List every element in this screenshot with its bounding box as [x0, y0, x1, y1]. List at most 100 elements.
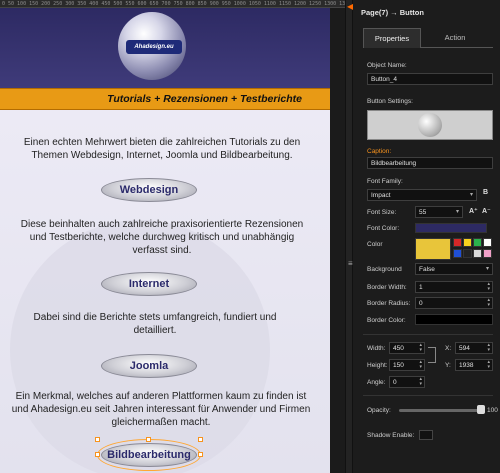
divider	[363, 334, 493, 335]
spinner-icon[interactable]: ▴ ▾	[487, 282, 490, 292]
opacity-slider-track[interactable]	[399, 409, 479, 412]
object-name-label: Object Name:	[367, 62, 407, 69]
spinner-icon[interactable]: ▴ ▾	[487, 343, 490, 353]
border-width-label: Border Width:	[367, 284, 407, 291]
caption-input[interactable]: Bildbearbeitung	[367, 157, 493, 169]
height-input[interactable]: 150 ▴ ▾	[389, 359, 425, 371]
spinner-icon[interactable]: ▴ ▾	[419, 377, 422, 387]
font-grow-icon[interactable]: A⁺	[469, 207, 478, 215]
border-width-value: 1	[419, 284, 423, 291]
width-value: 450	[393, 345, 404, 352]
background-value: False	[419, 266, 435, 273]
bold-icon[interactable]: B	[483, 189, 488, 196]
font-size-value: 55	[419, 209, 427, 216]
palette-swatch[interactable]	[473, 249, 482, 258]
paragraph-1[interactable]: Einen echten Mehrwert bieten die zahlrei…	[12, 136, 312, 162]
bildbearbeitung-button[interactable]: Bildbearbeitung	[97, 439, 201, 471]
resize-handle-right[interactable]	[198, 452, 203, 457]
x-input[interactable]: 594 ▴ ▾	[455, 342, 493, 354]
spinner-icon[interactable]: ▴ ▾	[419, 343, 422, 353]
resize-handle-tr[interactable]	[198, 437, 203, 442]
shadow-enable-label: Shadow Enable:	[367, 432, 415, 439]
breadcrumb: Page(7) → Button	[361, 8, 424, 17]
height-value: 150	[393, 362, 404, 369]
divider	[363, 395, 493, 396]
font-color-swatch[interactable]	[415, 223, 487, 233]
border-width-input[interactable]: 1 ▴ ▾	[415, 281, 493, 293]
grip-icon[interactable]: ≡	[348, 260, 353, 272]
palette-swatch[interactable]	[463, 238, 472, 247]
button-style-thumbnail	[418, 113, 442, 137]
opacity-slider-thumb[interactable]	[477, 405, 485, 414]
font-color-label: Font Color:	[367, 225, 400, 232]
background-select[interactable]: False ▾	[415, 263, 493, 275]
palette-swatch[interactable]	[463, 249, 472, 258]
font-size-label: Font Size:	[367, 209, 397, 216]
chevron-down-icon: ▾	[485, 266, 489, 272]
page-header: Ahadesign.eu	[0, 8, 330, 88]
font-size-select[interactable]: 55 ▾	[415, 206, 463, 218]
content-area: Einen echten Mehrwert bieten die zahlrei…	[0, 110, 330, 473]
editor-canvas[interactable]: 0 50 100 150 200 250 300 350 400 450 500…	[0, 0, 345, 473]
color-label: Color	[367, 241, 383, 248]
font-shrink-icon[interactable]: A⁻	[482, 207, 491, 215]
paragraph-4[interactable]: Ein Merkmal, welches auf anderen Plattfo…	[6, 390, 316, 429]
y-input[interactable]: 1938 ▴ ▾	[455, 359, 493, 371]
title-banner[interactable]: Tutorials + Rezensionen + Testberichte	[0, 88, 330, 110]
palette-swatch[interactable]	[483, 249, 492, 258]
panel-splitter[interactable]: ◀ ≡	[345, 0, 353, 473]
font-family-select[interactable]: Impact ▾	[367, 189, 477, 201]
border-color-swatch[interactable]	[415, 314, 493, 325]
width-input[interactable]: 450 ▴ ▾	[389, 342, 425, 354]
tab-action[interactable]: Action	[435, 28, 475, 48]
color-palette[interactable]	[453, 238, 493, 260]
webdesign-button[interactable]: Webdesign	[101, 178, 197, 202]
palette-swatch[interactable]	[483, 238, 492, 247]
globe-logo-image: Ahadesign.eu	[118, 12, 186, 80]
angle-label: Angle:	[367, 379, 386, 386]
border-color-label: Border Color:	[367, 317, 406, 324]
angle-input[interactable]: 0 ▴ ▾	[389, 376, 425, 388]
spinner-icon[interactable]: ▴ ▾	[487, 360, 490, 370]
chevron-down-icon: ▾	[469, 192, 473, 198]
font-family-value: Impact	[371, 192, 391, 199]
chevron-down-icon: ▾	[455, 209, 459, 215]
height-label: Height:	[367, 362, 388, 369]
resize-handle-left[interactable]	[95, 452, 100, 457]
background-label: Background	[367, 266, 402, 273]
page-canvas[interactable]: Ahadesign.eu Tutorials + Rezensionen + T…	[0, 8, 330, 473]
palette-swatch[interactable]	[453, 238, 462, 247]
resize-handle-top[interactable]	[146, 437, 151, 442]
border-radius-label: Border Radius:	[367, 300, 411, 307]
y-value: 1938	[459, 362, 474, 369]
spinner-icon[interactable]: ▴ ▾	[419, 360, 422, 370]
caption-label: Caption:	[367, 148, 392, 155]
opacity-label: Opacity:	[367, 407, 391, 414]
shadow-enable-toggle[interactable]	[419, 430, 433, 440]
object-name-input[interactable]: Button_4	[367, 73, 493, 85]
palette-swatch[interactable]	[473, 238, 482, 247]
palette-swatch[interactable]	[453, 249, 462, 258]
properties-panel: Page(7) → Button Properties Action Objec…	[353, 0, 500, 473]
main-color-swatch[interactable]	[415, 238, 451, 260]
spinner-icon[interactable]: ▴ ▾	[487, 298, 490, 308]
button-style-preview[interactable]	[367, 110, 493, 140]
joomla-button[interactable]: Joomla	[101, 354, 197, 378]
internet-button[interactable]: Internet	[101, 272, 197, 296]
font-family-label: Font Family:	[367, 178, 403, 185]
border-radius-value: 0	[419, 300, 423, 307]
border-radius-input[interactable]: 0 ▴ ▾	[415, 297, 493, 309]
opacity-value: 100	[487, 407, 498, 414]
button-settings-label: Button Settings:	[367, 98, 413, 105]
resize-handle-tl[interactable]	[95, 437, 100, 442]
x-value: 594	[459, 345, 470, 352]
watermark-globe	[10, 220, 270, 473]
tab-properties[interactable]: Properties	[363, 28, 421, 48]
logo-text: Ahadesign.eu	[126, 40, 182, 54]
paragraph-2[interactable]: Diese beinhalten auch zahlreiche praxiso…	[12, 218, 312, 257]
link-aspect-icon[interactable]	[428, 347, 436, 363]
angle-value: 0	[393, 379, 397, 386]
paragraph-3[interactable]: Dabei sind die Berichte stets umfangreic…	[25, 311, 285, 337]
width-label: Width:	[367, 345, 386, 352]
inspector-tabs: Properties Action	[363, 28, 493, 48]
